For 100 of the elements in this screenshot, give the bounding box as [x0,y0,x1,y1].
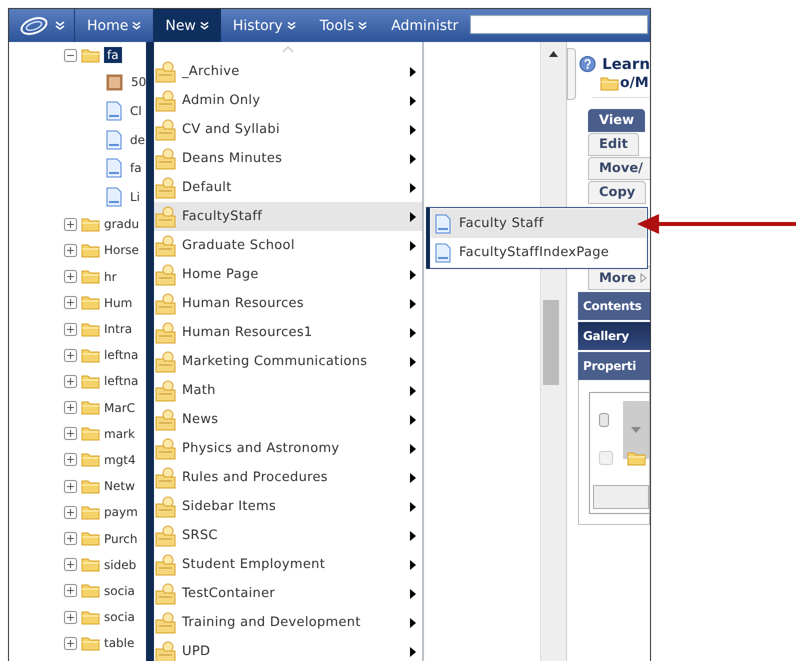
tree-item[interactable]: Purch [104,532,138,546]
expand-icon[interactable] [64,506,77,519]
tree-item[interactable]: table [104,636,134,650]
tree-item[interactable]: Intra [104,322,132,336]
logo-icon[interactable] [19,16,49,36]
menu-item[interactable]: Rules and Procedures [154,463,422,492]
submenu-arrow-icon [410,240,416,250]
menu-item[interactable]: SRSC [154,521,422,550]
expand-icon[interactable] [64,296,77,310]
folder-icon [81,242,100,258]
action-tab[interactable]: View [588,109,646,132]
expand-icon[interactable] [64,453,77,466]
menu-item[interactable]: Default [154,173,422,202]
panel-tab[interactable]: Gallery [578,322,650,350]
expand-icon[interactable] [64,480,77,493]
folder-icon [155,264,177,286]
tree-item[interactable]: Netw [104,479,135,494]
tree-item[interactable]: fa [130,161,142,176]
menu-item[interactable]: Home Page [154,260,422,289]
expand-icon[interactable] [64,532,77,545]
tree-item[interactable]: Li [130,190,140,204]
menu-item[interactable]: Human Resources [154,289,422,318]
menu-item[interactable]: Math [154,376,422,405]
expand-icon[interactable] [64,218,77,231]
expand-icon[interactable] [64,322,77,336]
submenu-arrow-icon [410,298,416,308]
menu-item[interactable]: News [154,405,422,434]
page-icon [106,186,122,207]
expand-icon[interactable] [64,374,77,388]
tree-item[interactable]: leftna [104,374,138,388]
submenu-arrow-icon [410,328,416,338]
submenu-arrow-icon [410,414,416,424]
expand-icon[interactable] [64,401,77,414]
tree-item[interactable]: hr [104,270,117,284]
expand-icon[interactable] [64,244,77,257]
expand-icon[interactable] [64,427,77,440]
tree-item[interactable]: Hum [104,296,132,310]
page-icon [106,130,122,150]
panel-tab[interactable]: Contents [578,292,650,320]
caret-icon [630,427,641,433]
menu-item[interactable]: Graduate School [154,231,422,260]
folder-icon [81,216,100,232]
menu-item[interactable]: Marketing Communications [154,347,422,376]
nav-menu-item[interactable]: History [220,9,308,42]
tree-item[interactable]: leftna [104,348,138,362]
menu-item[interactable]: Human Resources1 [154,318,422,347]
tree-item[interactable]: de [130,132,145,147]
scroll-up-icon[interactable] [549,51,558,57]
expand-icon[interactable] [64,558,77,572]
menu-item[interactable]: Training and Development [154,608,422,637]
chevron-icon[interactable] [55,20,65,30]
folder-icon [81,452,100,468]
tree-item[interactable]: gradu [104,217,140,232]
tree-item[interactable]: mark [104,426,135,441]
checkbox[interactable] [599,413,609,427]
tree-item[interactable]: socia [104,610,135,624]
tree-item[interactable]: Horse [104,243,139,258]
menu-item[interactable]: _Archive [154,57,422,86]
tree-item[interactable]: sideb [104,558,136,572]
chevron-icon [286,20,296,30]
nav-menu-item[interactable]: Home [75,9,154,42]
search-field[interactable] [470,15,648,34]
menu-item[interactable]: Sidebar Items [154,492,422,521]
menu-item[interactable]: FacultyStaff [154,202,422,231]
expand-icon[interactable] [64,636,77,650]
collapse-icon[interactable] [64,48,77,62]
nav-menu-item[interactable]: Tools [308,9,380,42]
folder-icon [155,90,177,112]
help-icon[interactable] [579,55,596,73]
tree-item[interactable]: fa [104,47,122,64]
menu-item[interactable]: TestContainer [154,579,422,608]
folder-icon [627,450,646,466]
tree-item[interactable]: 50 [131,75,146,90]
submenu-arrow-icon [410,502,416,512]
action-tab[interactable]: Move/ [588,157,650,180]
menu-item[interactable]: Deans Minutes [154,144,422,173]
menu-item[interactable]: UPD [154,637,422,661]
nav-menu-item[interactable]: New [153,9,221,42]
menu-item[interactable]: CV and Syllabi [154,115,422,144]
tree-item[interactable]: paym [104,505,138,520]
tree-item[interactable]: mgt4 [104,452,136,467]
submenu-arrow-icon [410,96,416,106]
nav-menu-item[interactable]: Administr [379,9,470,42]
menu-item[interactable]: Admin Only [154,86,422,115]
menu-item[interactable]: Faculty Staff [431,209,646,238]
tree-item[interactable]: Cl [130,104,142,118]
tree-item[interactable]: socia [104,584,135,598]
scrollbar-thumb[interactable] [543,300,559,385]
expand-icon[interactable] [64,270,77,284]
menu-item[interactable]: Student Employment [154,550,422,579]
expand-icon[interactable] [64,610,77,624]
menu-item[interactable]: Physics and Astronomy [154,434,422,463]
panel-tab[interactable]: Properti [578,352,650,380]
tree-item[interactable]: MarC [104,400,136,415]
chevron-icon [200,20,209,30]
action-tab[interactable]: Copy [588,181,646,204]
menu-item[interactable]: FacultyStaffIndexPage [431,238,646,267]
action-tab[interactable]: Edit [588,133,639,156]
expand-icon[interactable] [64,348,77,362]
expand-icon[interactable] [64,584,77,598]
